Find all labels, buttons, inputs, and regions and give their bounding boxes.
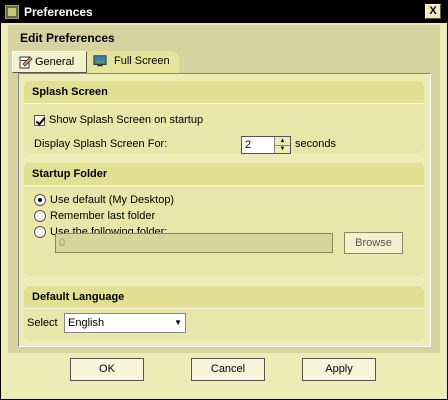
tab-content: Splash Screen Show Splash Screen on star… <box>18 73 431 347</box>
tab-full-screen-label: Full Screen <box>114 55 170 67</box>
display-splash-label: Display Splash Screen For: <box>34 138 168 150</box>
window-title: Preferences <box>24 5 93 19</box>
splash-seconds-spinner[interactable]: 2 ▲ ▼ <box>241 136 291 154</box>
apply-button[interactable]: Apply <box>302 358 376 381</box>
show-splash-checkbox[interactable] <box>34 115 45 126</box>
splash-screen-group: Splash Screen Show Splash Screen on star… <box>24 81 424 154</box>
monitor-icon <box>93 55 107 67</box>
close-button[interactable]: X <box>425 4 441 19</box>
tab-general[interactable]: General <box>12 51 87 73</box>
panel-heading: Edit Preferences <box>20 31 115 45</box>
radio-remember-last-label: Remember last folder <box>50 210 156 222</box>
group-title: Splash Screen <box>32 86 108 98</box>
radio-use-default-label: Use default (My Desktop) <box>50 194 175 206</box>
browse-button[interactable]: Browse <box>344 232 403 254</box>
radio-remember-last[interactable] <box>34 210 46 222</box>
language-select-label: Select <box>27 317 58 329</box>
radio-use-default[interactable] <box>34 194 46 206</box>
language-select-value: English <box>68 317 105 329</box>
spinner-value: 2 <box>245 139 252 151</box>
settings-icon <box>19 56 33 69</box>
chevron-down-icon: ▼ <box>174 318 182 327</box>
tab-general-label: General <box>35 56 75 68</box>
spinner-buttons: ▲ ▼ <box>274 137 290 153</box>
seconds-unit: seconds <box>295 138 336 150</box>
group-header: Default Language <box>24 286 424 309</box>
cancel-button[interactable]: Cancel <box>191 358 265 381</box>
startup-folder-group: Startup Folder Use default (My Desktop) … <box>24 163 424 276</box>
app-icon <box>5 5 19 19</box>
group-title: Default Language <box>32 291 125 303</box>
preferences-window: Preferences X Edit Preferences General F <box>0 0 448 400</box>
group-header: Startup Folder <box>24 163 424 186</box>
ok-button[interactable]: OK <box>70 358 144 381</box>
spin-down-icon[interactable]: ▼ <box>275 145 290 153</box>
show-splash-label: Show Splash Screen on startup <box>49 114 204 126</box>
group-title: Startup Folder <box>32 168 108 180</box>
group-header: Splash Screen <box>24 81 424 104</box>
folder-path-input[interactable]: 0 <box>55 233 333 253</box>
title-bar[interactable]: Preferences X <box>1 1 447 23</box>
language-select[interactable]: English ▼ <box>64 313 186 333</box>
preferences-panel: Edit Preferences General Full Screen Spl… <box>8 25 440 353</box>
radio-following-folder[interactable] <box>34 226 46 238</box>
tab-full-screen[interactable]: Full Screen <box>87 51 179 73</box>
default-language-group: Default Language Select English ▼ <box>24 286 424 341</box>
